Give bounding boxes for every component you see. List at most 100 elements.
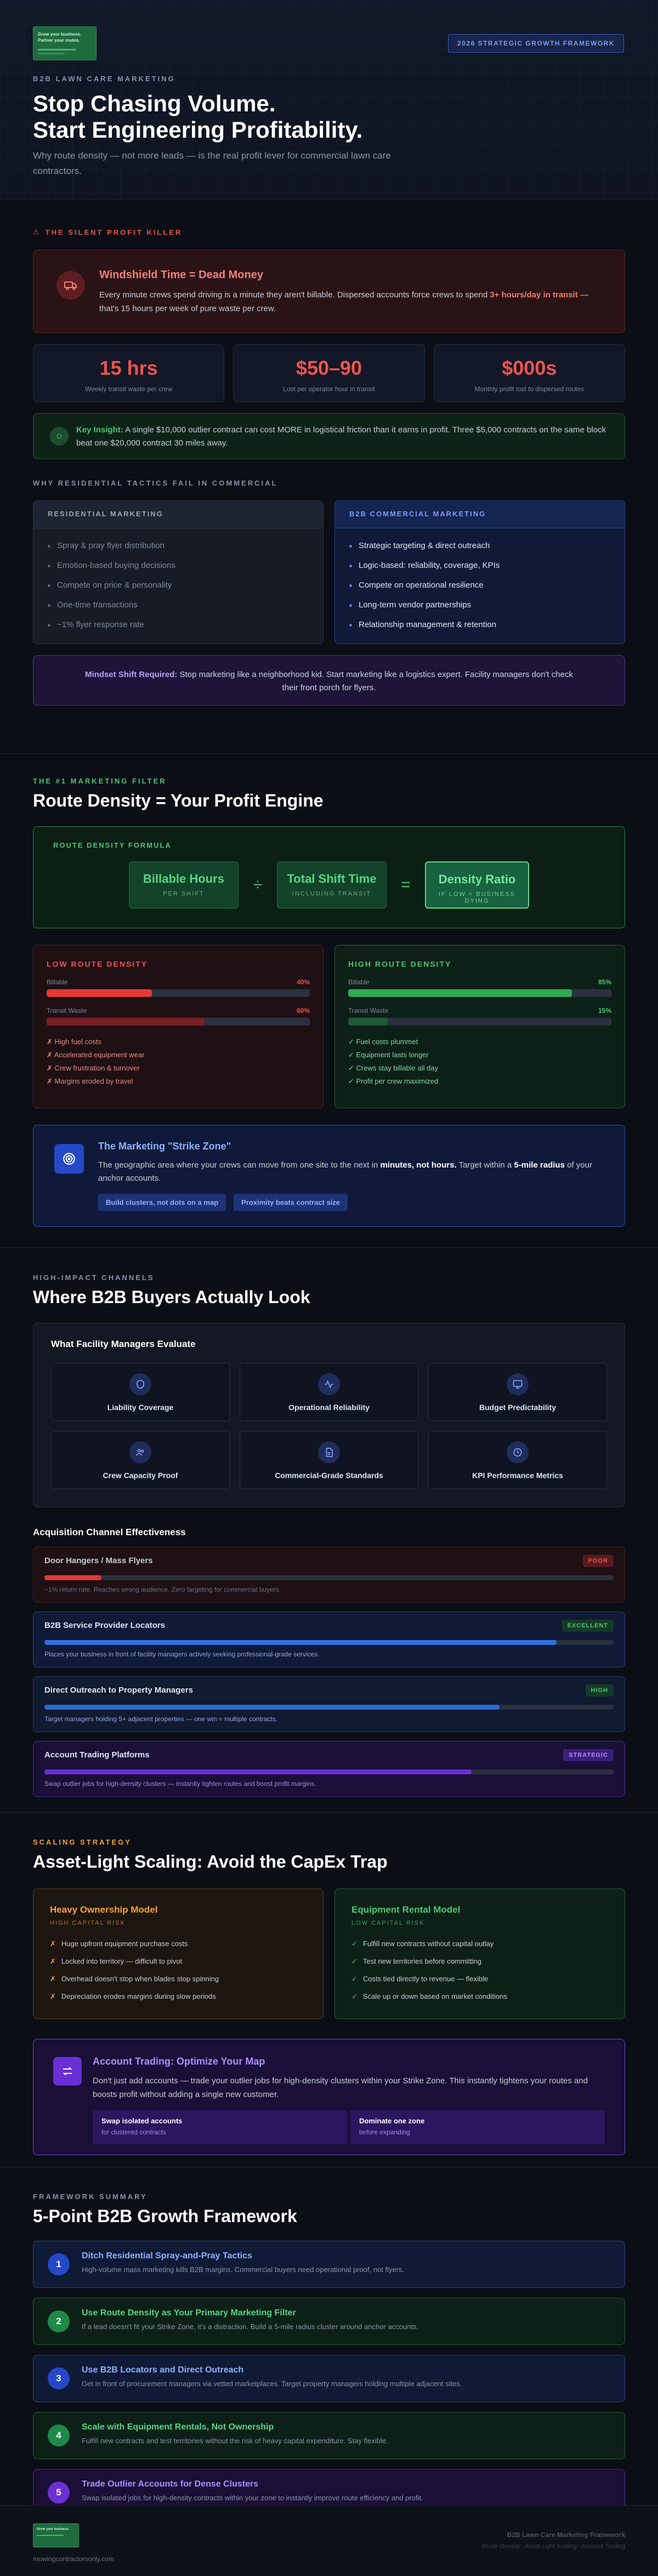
- low-billable-bar: [47, 989, 310, 997]
- list-item: ~1% flyer response rate: [48, 615, 309, 635]
- marketing-comparison: RESIDENTIAL MARKETING Spray & pray flyer…: [33, 500, 625, 644]
- footer-logo[interactable]: Grow your business.: [33, 2523, 79, 2547]
- step-desc: Swap isolated jobs for high-density cont…: [82, 2494, 423, 2502]
- star-icon: ✩: [50, 427, 69, 446]
- logo-line-2: Partner your routes.: [38, 38, 80, 43]
- step-desc: Fulfill new contracts and test territori…: [82, 2437, 388, 2445]
- list-item: Spray & pray flyer distribution: [48, 536, 309, 556]
- stat-card: 15 hrs Weekly transit waste per crew: [33, 344, 225, 402]
- hero-title: Stop Chasing Volume. Start Engineering P…: [33, 91, 362, 143]
- stats-row: 15 hrs Weekly transit waste per crew $50–…: [33, 344, 625, 402]
- step-desc: Get in front of procurement managers via…: [82, 2380, 462, 2388]
- framework-badge: 2026 STRATEGIC GROWTH FRAMEWORK: [448, 34, 624, 53]
- formula-title: ROUTE DENSITY FORMULA: [53, 841, 172, 849]
- route-eyebrow: THE #1 MARKETING FILTER: [33, 777, 167, 785]
- list-item: ✗ Locked into territory — difficult to pi…: [50, 1957, 183, 1965]
- list-item: ✓ Fuel costs plummet: [348, 1038, 418, 1046]
- channel-row: Door Hangers / Mass Flyers POOR ~1% retu…: [33, 1547, 625, 1603]
- stat-caption: Monthly profit lost to dispersed routes: [474, 385, 585, 393]
- trade-tip-card: Swap isolated accounts for clustered cont…: [93, 2110, 347, 2144]
- list-item: ✓ Costs tied directly to revenue — flexib…: [351, 1975, 489, 1983]
- stat-value: $000s: [502, 357, 557, 379]
- hero-eyebrow: B2B LAWN CARE MARKETING: [33, 75, 175, 83]
- footer-url-link[interactable]: mowingcontractorsonly.com: [33, 2555, 114, 2563]
- route-density-section: THE #1 MARKETING FILTER Route Density = …: [0, 754, 658, 1248]
- account-trading-title: Account Trading: Optimize Your Map: [93, 2056, 265, 2067]
- channel-desc: Swap outlier jobs for high-density clust…: [44, 1780, 316, 1788]
- heavy-ownership-card: Heavy Ownership Model HIGH CAPITAL RISK …: [33, 1889, 324, 2019]
- channel-badge: EXCELLENT: [561, 1620, 614, 1632]
- hero: Grow your business. Partner your routes.…: [0, 0, 658, 200]
- list-item: Strategic targeting & direct outreach: [349, 536, 610, 556]
- framework-step: 4 Scale with Equipment Rentals, Not Owne…: [33, 2412, 625, 2459]
- brand-logo[interactable]: Grow your business. Partner your routes.: [33, 26, 97, 60]
- profit-killer-eyebrow-text: THE SILENT PROFIT KILLER: [45, 228, 183, 236]
- list-item: ✗ Huge upfront equipment purchase costs: [50, 1940, 188, 1948]
- rent-sub: LOW CAPITAL RISK: [351, 1920, 425, 1926]
- step-title: Trade Outlier Accounts for Dense Cluster…: [82, 2479, 259, 2489]
- eval-card-kpi: KPI Performance Metrics: [428, 1431, 607, 1489]
- hero-title-line-1: Stop Chasing Volume.: [33, 91, 276, 116]
- activity-icon: [318, 1373, 340, 1395]
- channel-badge: HIGH: [585, 1684, 614, 1696]
- high-density-card: HIGH ROUTE DENSITY Billable 85% Transit W…: [334, 945, 625, 1108]
- monitor-icon: [507, 1373, 529, 1395]
- document-icon: [318, 1441, 340, 1463]
- list-item: ✓ Fulfill new contracts without capital o…: [351, 1940, 494, 1948]
- list-item: ✗ Margins eroded by travel: [47, 1077, 133, 1085]
- channel-badge: STRATEGIC: [563, 1749, 614, 1761]
- step-number: 3: [48, 2368, 70, 2389]
- high-density-title: HIGH ROUTE DENSITY: [348, 960, 452, 968]
- users-icon: [129, 1441, 151, 1463]
- footer: Grow your business. mowingcontractorsonl…: [0, 2505, 658, 2576]
- evaluation-title: What Facility Managers Evaluate: [51, 1339, 196, 1349]
- strike-zone-text: The geographic area where your crews can…: [98, 1160, 592, 1183]
- scaling-title: Asset-Light Scaling: Avoid the CapEx Tra…: [33, 1852, 388, 1872]
- stat-caption: Weekly transit waste per crew: [85, 385, 173, 393]
- channel-name: Direct Outreach to Property Managers: [44, 1686, 193, 1695]
- list-item: Logic-based: reliability, coverage, KPIs: [349, 556, 610, 576]
- channel-row: Direct Outreach to Property Managers HIG…: [33, 1676, 625, 1732]
- why-eyebrow: WHY RESIDENTIAL TACTICS FAIL IN COMMERCI…: [33, 479, 278, 487]
- stat-card: $000s Monthly profit lost to dispersed ro…: [433, 344, 625, 402]
- step-number: 5: [48, 2482, 70, 2504]
- strike-zone-callout: The Marketing "Strike Zone" The geograph…: [33, 1125, 625, 1227]
- eval-card-reliability: Operational Reliability: [240, 1363, 418, 1421]
- target-icon: [54, 1144, 84, 1174]
- b2b-marketing-box: B2B COMMERCIAL MARKETING Strategic targe…: [334, 500, 625, 644]
- channel-desc: Target managers holding 5+ adjacent prop…: [44, 1715, 277, 1723]
- list-item: ✓ Crews stay billable all day: [348, 1064, 439, 1072]
- channel-badge: POOR: [582, 1555, 614, 1567]
- account-trading-text: Don't just add accounts — trade your out…: [93, 2076, 588, 2099]
- step-title: Ditch Residential Spray-and-Pray Tactics: [82, 2251, 252, 2261]
- residential-marketing-box: RESIDENTIAL MARKETING Spray & pray flyer…: [33, 500, 324, 644]
- insight-text: Key Insight: A single $10,000 outlier co…: [76, 425, 606, 448]
- route-density-formula: ROUTE DENSITY FORMULA Billable Hours PER …: [33, 826, 625, 928]
- step-title: Scale with Equipment Rentals, Not Owners…: [82, 2422, 274, 2432]
- formula-total-shift-time: Total Shift Time INCLUDING TRANSIT: [277, 861, 387, 909]
- alert-title: Windshield Time = Dead Money: [99, 269, 263, 281]
- list-item: Compete on operational resilience: [349, 576, 610, 595]
- mindset-callout: Mindset Shift Required: Stop marketing l…: [33, 655, 625, 706]
- hero-title-line-2: Start Engineering Profitability.: [33, 117, 363, 143]
- density-comparison: LOW ROUTE DENSITY Billable 40% Transit Wa…: [33, 945, 625, 1108]
- framework-title: 5-Point B2B Growth Framework: [33, 2206, 297, 2226]
- framework-step: 2 Use Route Density as Your Primary Mark…: [33, 2298, 625, 2345]
- strike-zone-tag: Build clusters, not dots on a map: [98, 1194, 226, 1211]
- step-number: 1: [48, 2253, 70, 2275]
- clock-icon: [507, 1441, 529, 1463]
- list-item: ✗ Overhead doesn't stop when blades stop …: [50, 1975, 219, 1983]
- list-item: ✗ Accelerated equipment wear: [47, 1051, 145, 1059]
- account-trading-callout: Account Trading: Optimize Your Map Don't…: [33, 2039, 625, 2155]
- list-item: ✓ Profit per crew maximized: [348, 1077, 439, 1085]
- eval-card-standards: Commercial-Grade Standards: [240, 1431, 418, 1489]
- eval-card-budget: Budget Predictability: [428, 1363, 607, 1421]
- list-item: Emotion-based buying decisions: [48, 556, 309, 576]
- list-item: Long-term vendor partnerships: [349, 595, 610, 615]
- footer-meta: B2B Lawn Care Marketing Framework Route …: [482, 2531, 625, 2550]
- list-item: ✗ High fuel costs: [47, 1038, 101, 1046]
- windshield-alert-card: Windshield Time = Dead Money Every minut…: [33, 250, 625, 333]
- route-title: Route Density = Your Profit Engine: [33, 791, 324, 810]
- list-item: One-time transactions: [48, 595, 309, 615]
- logo-line-1: Grow your business.: [38, 32, 82, 37]
